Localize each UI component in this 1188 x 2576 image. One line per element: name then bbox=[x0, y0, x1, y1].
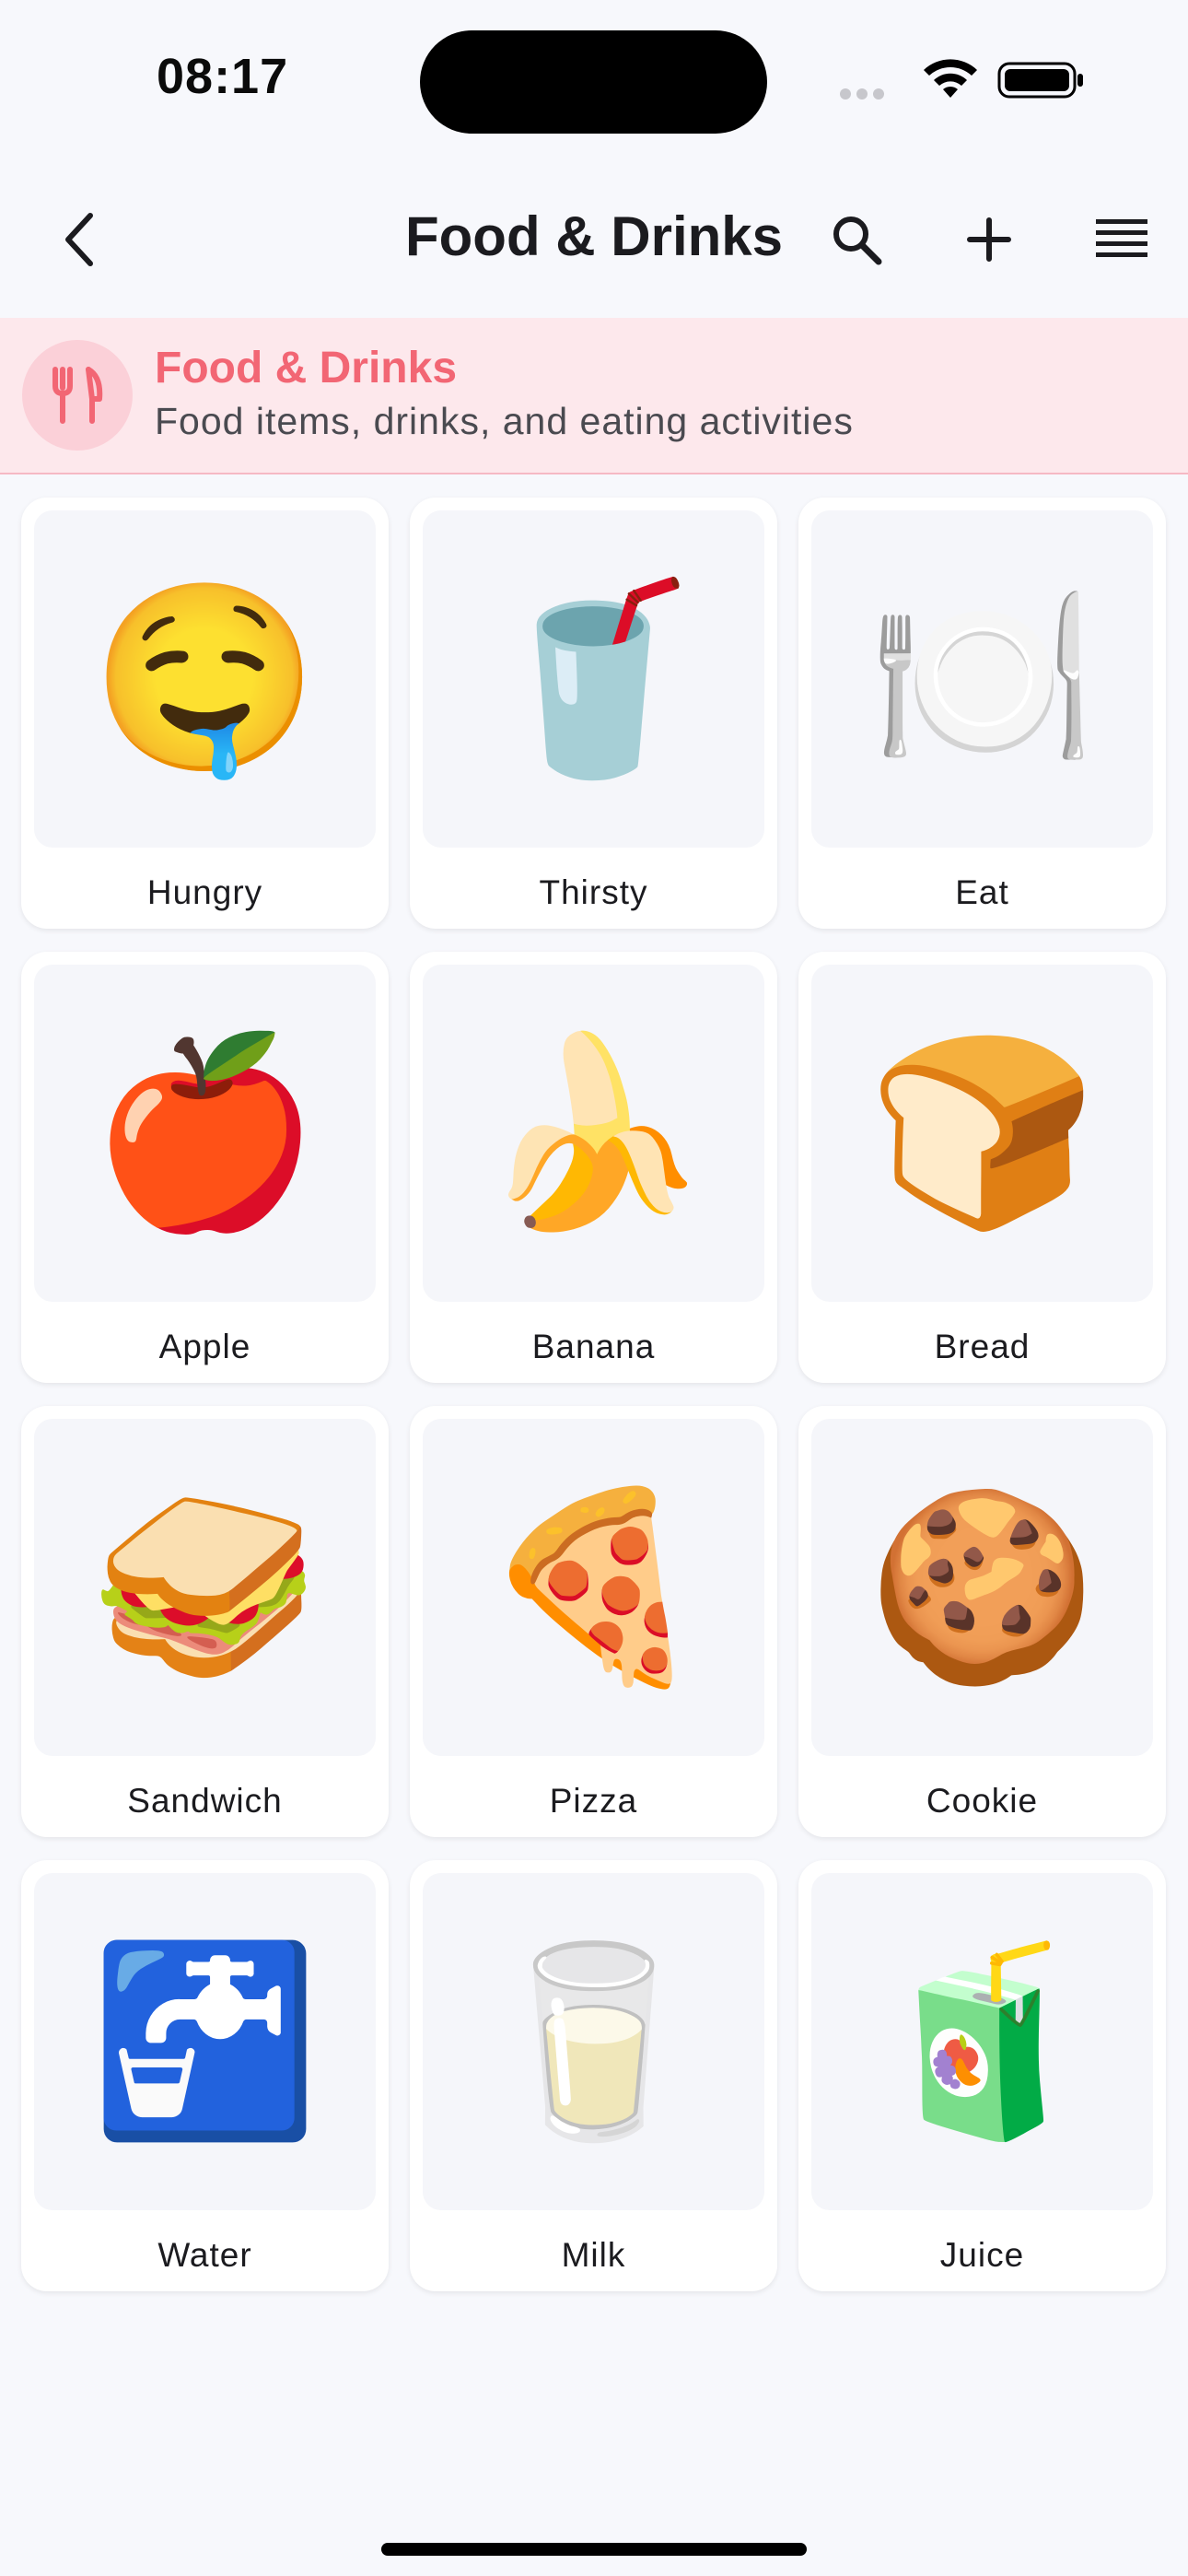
tile-hungry[interactable]: 🤤 Hungry bbox=[21, 498, 389, 929]
tile-apple[interactable]: 🍎 Apple bbox=[21, 952, 389, 1383]
pizza-icon: 🍕 bbox=[423, 1419, 764, 1756]
category-icon-badge bbox=[22, 340, 133, 451]
tile-bread[interactable]: 🍞 Bread bbox=[798, 952, 1166, 1383]
tile-banana[interactable]: 🍌 Banana bbox=[410, 952, 777, 1383]
tile-label: Juice bbox=[939, 2236, 1025, 2274]
tile-label: Bread bbox=[934, 1328, 1031, 1365]
back-button[interactable] bbox=[42, 203, 116, 276]
bread-icon: 🍞 bbox=[811, 965, 1153, 1302]
home-indicator[interactable] bbox=[381, 2543, 807, 2556]
fork-knife-icon bbox=[52, 367, 103, 424]
tile-label: Milk bbox=[561, 2236, 626, 2274]
cup-with-straw-icon: 🥤 bbox=[423, 510, 764, 848]
juice-box-icon: 🧃 bbox=[811, 1873, 1153, 2210]
status-bar: 08:17 bbox=[0, 0, 1188, 157]
tile-milk[interactable]: 🥛 Milk bbox=[410, 1860, 777, 2291]
tile-label: Apple bbox=[158, 1328, 251, 1365]
menu-button[interactable] bbox=[1085, 203, 1159, 276]
tile-eat[interactable]: 🍽️ Eat bbox=[798, 498, 1166, 929]
cellular-signal-icon bbox=[840, 88, 904, 100]
tile-water[interactable]: 🚰 Water bbox=[21, 1860, 389, 2291]
tile-label: Pizza bbox=[549, 1782, 638, 1820]
symbol-grid: 🤤 Hungry 🥤 Thirsty 🍽️ Eat 🍎 Apple 🍌 Bana… bbox=[21, 498, 1167, 2291]
milk-glass-icon: 🥛 bbox=[423, 1873, 764, 2210]
cookie-icon: 🍪 bbox=[811, 1419, 1153, 1756]
category-subtitle: Food items, drinks, and eating activitie… bbox=[155, 400, 854, 442]
drooling-face-icon: 🤤 bbox=[34, 510, 376, 848]
search-button[interactable] bbox=[820, 203, 893, 276]
tile-label: Sandwich bbox=[127, 1782, 283, 1820]
sandwich-icon: 🥪 bbox=[34, 1419, 376, 1756]
app-bar: Food & Drinks bbox=[0, 175, 1188, 313]
tile-label: Hungry bbox=[146, 873, 263, 911]
status-time: 08:17 bbox=[157, 49, 289, 104]
apple-icon: 🍎 bbox=[34, 965, 376, 1302]
category-title: Food & Drinks bbox=[155, 344, 458, 392]
fork-knife-plate-icon: 🍽️ bbox=[811, 510, 1153, 848]
tile-juice[interactable]: 🧃 Juice bbox=[798, 1860, 1166, 2291]
add-button[interactable] bbox=[952, 203, 1026, 276]
tile-thirsty[interactable]: 🥤 Thirsty bbox=[410, 498, 777, 929]
tile-label: Cookie bbox=[926, 1782, 1039, 1820]
tile-label: Thirsty bbox=[539, 873, 648, 911]
tile-sandwich[interactable]: 🥪 Sandwich bbox=[21, 1406, 389, 1837]
tile-label: Water bbox=[157, 2236, 252, 2274]
tile-label: Eat bbox=[955, 873, 1009, 911]
plus-icon bbox=[967, 217, 1011, 262]
battery-icon bbox=[997, 62, 1083, 99]
water-tap-icon: 🚰 bbox=[34, 1873, 376, 2210]
tile-label: Banana bbox=[531, 1328, 656, 1365]
dynamic-island bbox=[420, 30, 767, 134]
back-chevron-icon bbox=[65, 213, 93, 266]
menu-lines-icon bbox=[1096, 219, 1147, 257]
page-title: Food & Drinks bbox=[405, 205, 784, 267]
banana-icon: 🍌 bbox=[423, 965, 764, 1302]
category-banner: Food & Drinks Food items, drinks, and ea… bbox=[0, 318, 1188, 474]
tile-pizza[interactable]: 🍕 Pizza bbox=[410, 1406, 777, 1837]
wifi-icon bbox=[924, 59, 977, 98]
search-icon bbox=[833, 217, 882, 265]
tile-cookie[interactable]: 🍪 Cookie bbox=[798, 1406, 1166, 1837]
